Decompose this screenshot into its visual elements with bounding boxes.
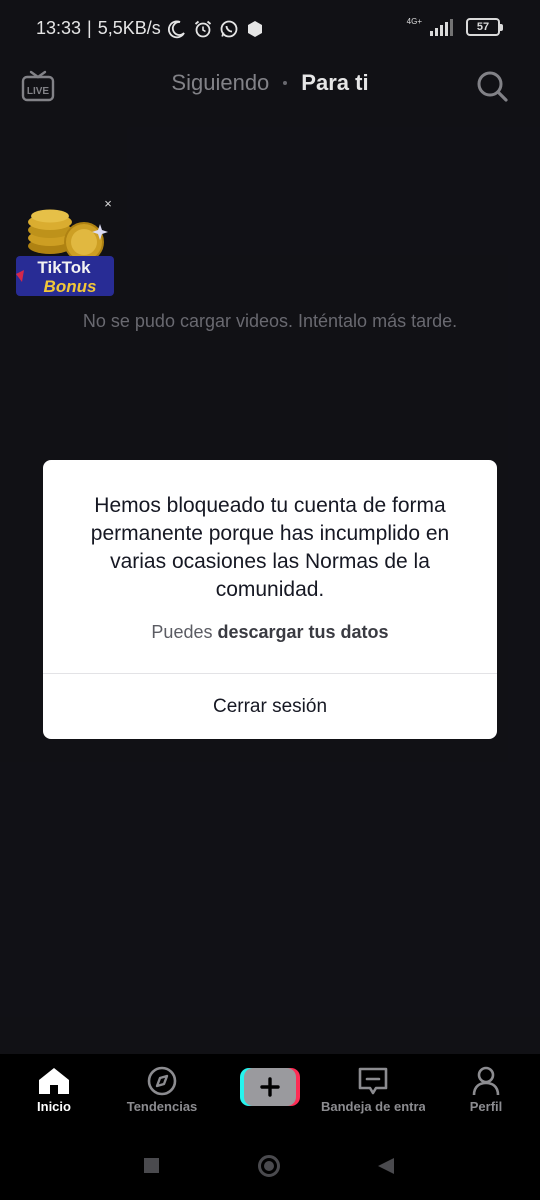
nav-home[interactable]: Inicio [4,1066,104,1114]
create-button[interactable] [240,1068,300,1106]
create-face [244,1068,296,1106]
compass-icon [147,1066,177,1096]
dialog-message: Hemos bloqueado tu cuenta de forma perma… [90,494,450,601]
nav-home-label: Inicio [37,1099,71,1114]
download-data-text: Puedes descargar tus datos [43,622,497,643]
home-icon [39,1068,69,1094]
inbox-icon [358,1067,388,1095]
download-data-link[interactable]: descargar tus datos [218,622,389,642]
account-banned-dialog: Hemos bloqueado tu cuenta de forma perma… [43,460,497,739]
nav-inbox[interactable]: Bandeja de entrada [318,1066,428,1114]
bottom-nav: Inicio Tendencias Bandeja de entrada [0,1054,540,1128]
app-screen: 13:33 | 5,5KB/s 4G+ 57 LIVE Siguiendo Pa… [0,0,540,1200]
back-button[interactable] [378,1158,394,1174]
nav-inbox-label: Bandeja de entrada [321,1099,425,1114]
nav-profile-label: Perfil [469,1099,503,1114]
system-nav-bar [0,1128,540,1200]
logout-button[interactable]: Cerrar sesión [43,674,497,739]
download-prefix: Puedes [151,622,213,642]
system-home-button[interactable] [258,1155,280,1177]
nav-profile[interactable]: Perfil [436,1066,536,1114]
nav-discover[interactable]: Tendencias [112,1066,212,1114]
recent-apps-button[interactable] [144,1158,159,1173]
nav-discover-label: Tendencias [126,1099,198,1114]
plus-icon [260,1077,280,1097]
profile-icon [472,1066,500,1096]
